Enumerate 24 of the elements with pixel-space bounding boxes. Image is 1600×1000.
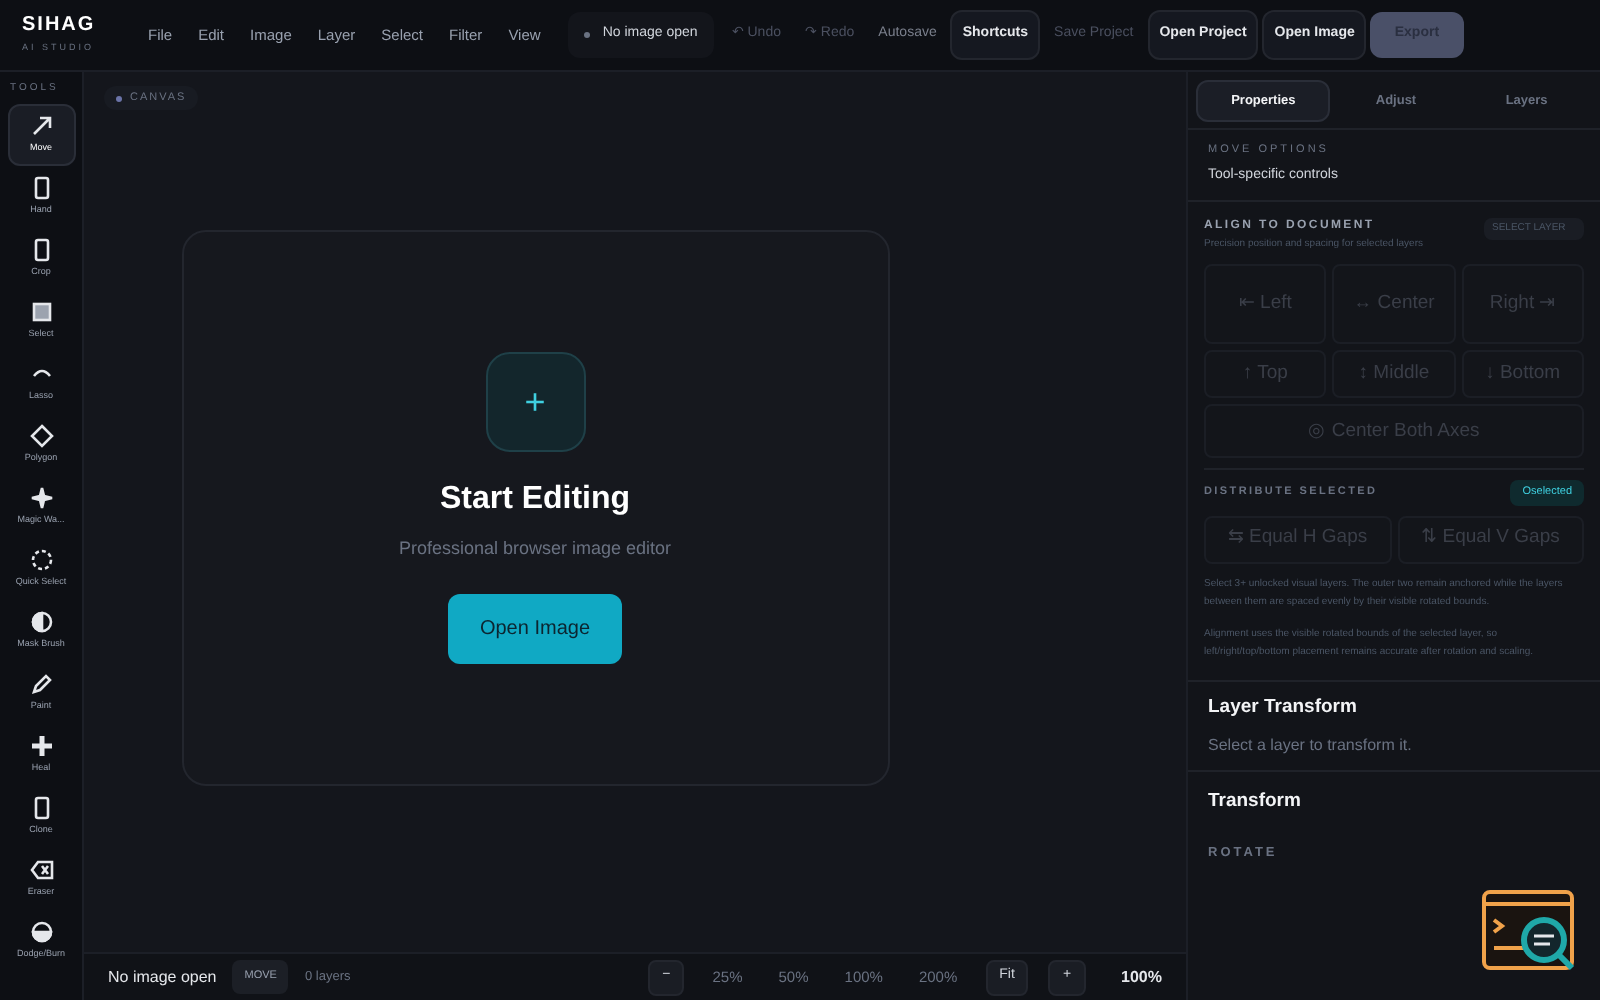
pencil-icon (29, 672, 53, 697)
rectangle-icon (29, 796, 53, 821)
empty-title: Start Editing (439, 480, 631, 521)
open-image-button[interactable]: Open Image (447, 593, 623, 664)
plus-icon (29, 734, 53, 759)
add-tile: + (485, 352, 585, 453)
status-text: No image open (108, 965, 217, 989)
section-text: Select a layer to transform it. (1208, 733, 1414, 758)
sparkle-icon (29, 486, 53, 511)
half-circle-icon (29, 610, 53, 635)
section-title: Transform (1208, 787, 1303, 816)
floating-helper-icon[interactable] (1480, 888, 1580, 976)
empty-subtitle: Professional browser image editor (398, 536, 672, 563)
dashed-circle-icon (29, 548, 53, 573)
diamond-icon (29, 424, 53, 449)
arrow-icon (29, 114, 53, 139)
rectangle-icon (29, 176, 53, 201)
eraser-icon (29, 858, 53, 883)
section-title: Layer Transform (1208, 693, 1359, 721)
brand-name: SIHAG (22, 16, 98, 37)
square-icon (29, 300, 53, 325)
half-circle-icon (29, 920, 53, 945)
zoom-level: 100% (1121, 965, 1162, 989)
rectangle-icon (29, 238, 53, 263)
